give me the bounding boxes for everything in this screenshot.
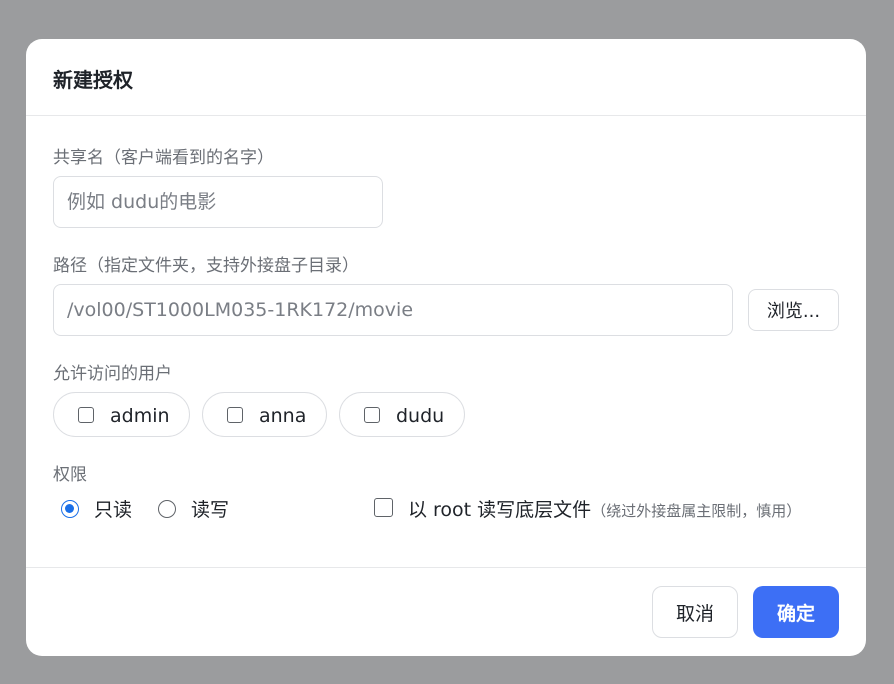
dialog-title: 新建授权	[53, 68, 133, 92]
root-rw-text: 以 root 读写底层文件	[408, 499, 592, 521]
user-name: anna	[259, 404, 307, 427]
permission-label: 权限	[53, 465, 87, 485]
confirm-button[interactable]: 确定	[753, 586, 839, 638]
dialog-header: 新建授权	[26, 39, 866, 116]
path-label: 路径（指定文件夹，支持外接盘子目录）	[53, 256, 359, 276]
radio-readwrite-label[interactable]: 读写	[191, 495, 229, 522]
radio-readonly-label[interactable]: 只读	[94, 495, 132, 522]
user-chip-admin[interactable]: admin	[53, 392, 190, 437]
new-authorization-dialog: 新建授权 共享名（客户端看到的名字） 路径（指定文件夹，支持外接盘子目录） 浏览…	[26, 39, 866, 656]
checkbox-icon[interactable]	[227, 406, 243, 423]
user-chip-dudu[interactable]: dudu	[339, 392, 465, 437]
radio-readonly[interactable]	[61, 500, 79, 518]
root-rw-label[interactable]: 以 root 读写底层文件（绕过外接盘属主限制，慎用）	[408, 495, 801, 522]
root-rw-note: （绕过外接盘属主限制，慎用）	[591, 502, 802, 520]
path-input[interactable]	[53, 284, 733, 336]
user-name: dudu	[396, 404, 445, 427]
share-name-input[interactable]	[53, 176, 383, 228]
root-rw-checkbox[interactable]	[374, 498, 393, 517]
browse-button[interactable]: 浏览...	[748, 289, 839, 331]
users-label: 允许访问的用户	[53, 364, 172, 384]
checkbox-icon[interactable]	[78, 406, 94, 423]
user-name: admin	[110, 404, 170, 427]
cancel-button[interactable]: 取消	[652, 586, 738, 638]
share-name-label: 共享名（客户端看到的名字）	[53, 148, 274, 168]
footer-divider	[26, 567, 866, 568]
radio-readwrite[interactable]	[158, 500, 176, 518]
user-chip-anna[interactable]: anna	[202, 392, 327, 437]
checkbox-icon[interactable]	[364, 406, 380, 423]
